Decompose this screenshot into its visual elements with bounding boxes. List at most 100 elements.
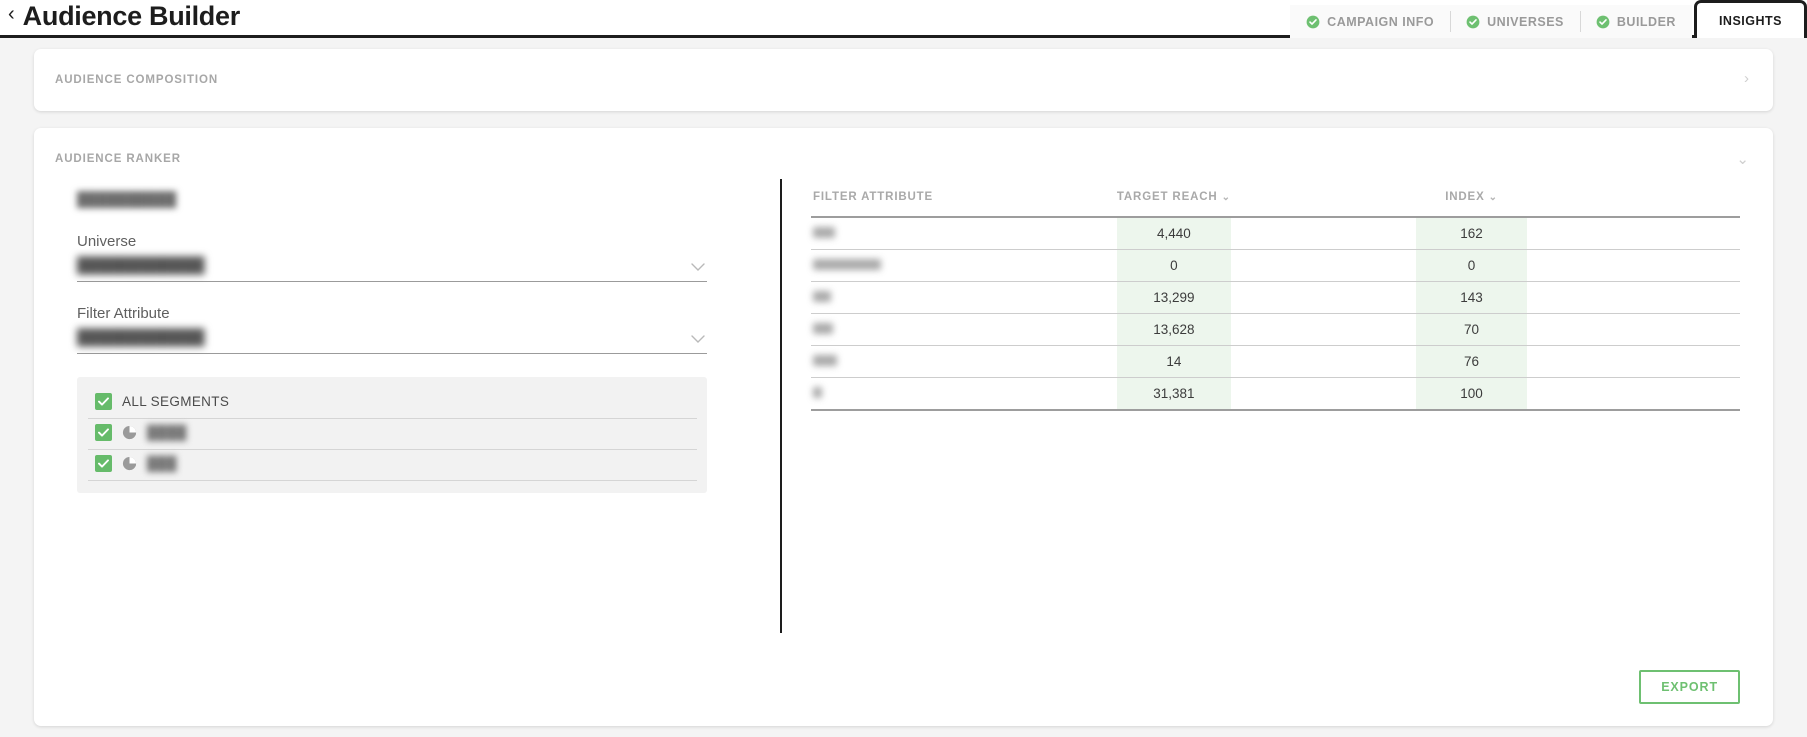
tab-label: BUILDER [1616, 14, 1676, 29]
tab-insights[interactable]: INSIGHTS [1693, 0, 1807, 38]
cell-filter-attribute [811, 345, 1117, 378]
chevron-right-icon[interactable]: › [1744, 71, 1749, 86]
table-header-row: FILTER ATTRIBUTE TARGET REACH ⌄ INDEX ⌄ [811, 191, 1740, 218]
segment-row[interactable]: ████ [88, 419, 697, 450]
table-row[interactable]: 0 0 [811, 249, 1740, 282]
check-circle-icon [1596, 15, 1610, 29]
column-header-index[interactable]: INDEX ⌄ [1415, 191, 1528, 218]
segment-label: ████ [147, 425, 187, 440]
cell-spacer [1230, 313, 1416, 346]
cell-target-reach: 31,381 [1116, 377, 1231, 411]
check-circle-icon [1466, 15, 1480, 29]
cell-index: 76 [1415, 345, 1528, 378]
tab-label: UNIVERSES [1487, 14, 1564, 29]
universe-value: ████████████ [77, 257, 205, 274]
segment-all-label: ALL SEGMENTS [122, 394, 230, 409]
cell-index: 0 [1415, 249, 1528, 282]
cell-target-reach: 13,628 [1116, 313, 1231, 346]
cell-spacer [1527, 217, 1740, 250]
universe-label: Universe [77, 233, 137, 250]
segment-row[interactable]: ███ [88, 450, 697, 481]
cell-target-reach: 0 [1116, 249, 1231, 282]
pie-chart-icon [122, 425, 137, 440]
segment-row-all[interactable]: ALL SEGMENTS [88, 388, 697, 419]
filter-attribute-field: Filter Attribute ████████████ [77, 305, 707, 354]
cell-target-reach: 4,440 [1116, 217, 1231, 250]
export-button[interactable]: EXPORT [1639, 670, 1740, 704]
wizard-tabs: CAMPAIGN INFO UNIVERSES BUILDER INSIGHTS [1290, 0, 1807, 38]
column-spacer [1527, 191, 1740, 218]
redacted-value [813, 259, 881, 270]
cell-filter-attribute [811, 313, 1117, 346]
checkbox-checked-icon[interactable] [95, 424, 112, 441]
cell-index: 162 [1415, 217, 1528, 250]
tab-label: INSIGHTS [1718, 13, 1782, 28]
cell-spacer [1527, 313, 1740, 346]
checkbox-checked-icon[interactable] [95, 455, 112, 472]
cell-index: 70 [1415, 313, 1528, 346]
back-chevron-icon[interactable]: ‹ [8, 4, 15, 28]
check-circle-icon [1306, 15, 1320, 29]
universe-field: Universe ████████████ [77, 233, 707, 282]
cell-spacer [1527, 345, 1740, 378]
table-row[interactable]: 13,299 143 [811, 281, 1740, 314]
filter-attribute-select[interactable]: ████████████ [77, 329, 707, 354]
redacted-value [813, 387, 822, 398]
filter-attribute-value: ████████████ [77, 329, 205, 346]
top-bar: ‹ Audience Builder CAMPAIGN INFO UNIVERS… [0, 0, 1807, 38]
ranker-table-pane: FILTER ATTRIBUTE TARGET REACH ⌄ INDEX ⌄ [782, 165, 1773, 685]
cell-filter-attribute [811, 217, 1117, 250]
tab-campaign-info[interactable]: CAMPAIGN INFO [1290, 5, 1451, 38]
cell-filter-attribute [811, 377, 1117, 411]
table-row[interactable]: 13,628 70 [811, 313, 1740, 346]
universe-select[interactable]: ████████████ [77, 257, 707, 282]
audience-ranker-title: AUDIENCE RANKER [55, 153, 181, 165]
redacted-value [813, 355, 837, 366]
page-title: Audience Builder [22, 0, 241, 31]
cell-filter-attribute [811, 249, 1117, 282]
cell-spacer [1527, 249, 1740, 282]
ranker-body: ██████████ Universe ████████████ Filter … [34, 165, 1773, 685]
column-header-filter-attribute: FILTER ATTRIBUTE [811, 191, 1117, 218]
chevron-down-icon[interactable] [691, 261, 707, 274]
cell-spacer [1230, 217, 1416, 250]
redacted-value [813, 227, 835, 238]
segment-label: ███ [147, 456, 177, 471]
cell-index: 143 [1415, 281, 1528, 314]
tab-builder[interactable]: BUILDER [1579, 5, 1692, 38]
column-spacer [1230, 191, 1416, 218]
cell-spacer [1527, 281, 1740, 314]
cell-filter-attribute [811, 281, 1117, 314]
cell-spacer [1230, 345, 1416, 378]
tab-universes[interactable]: UNIVERSES [1450, 5, 1580, 38]
segments-panel: ALL SEGMENTS ████ ███ [77, 377, 707, 493]
table-row[interactable]: 4,440 162 [811, 217, 1740, 250]
column-header-target-reach[interactable]: TARGET REACH ⌄ [1116, 191, 1231, 218]
cell-target-reach: 13,299 [1116, 281, 1231, 314]
sort-caret-icon[interactable]: ⌄ [1489, 192, 1498, 203]
ranker-controls-pane: ██████████ Universe ████████████ Filter … [34, 165, 747, 685]
audience-composition-title: AUDIENCE COMPOSITION [55, 74, 219, 86]
column-label: INDEX [1445, 191, 1485, 203]
cell-target-reach: 14 [1116, 345, 1231, 378]
audience-name: ██████████ [77, 191, 177, 207]
page-title-wrap: ‹ Audience Builder [0, 0, 240, 38]
audience-composition-card[interactable]: AUDIENCE COMPOSITION › [34, 49, 1773, 111]
export-row: EXPORT [1639, 670, 1740, 704]
redacted-value [813, 323, 833, 334]
cell-spacer [1527, 377, 1740, 411]
table-row[interactable]: 14 76 [811, 345, 1740, 378]
chevron-down-icon[interactable] [691, 333, 707, 346]
audience-ranker-table: FILTER ATTRIBUTE TARGET REACH ⌄ INDEX ⌄ [811, 191, 1740, 411]
chevron-down-icon[interactable]: ⌄ [1736, 152, 1749, 167]
cell-spacer [1230, 377, 1416, 411]
sort-caret-icon[interactable]: ⌄ [1222, 192, 1231, 203]
cell-spacer [1230, 281, 1416, 314]
table-row[interactable]: 31,381 100 [811, 377, 1740, 411]
cell-spacer [1230, 249, 1416, 282]
pie-chart-icon [122, 456, 137, 471]
checkbox-checked-icon[interactable] [95, 393, 112, 410]
page-content: AUDIENCE COMPOSITION › AUDIENCE RANKER ⌄… [0, 38, 1807, 726]
redacted-value [813, 291, 831, 302]
cell-index: 100 [1415, 377, 1528, 411]
